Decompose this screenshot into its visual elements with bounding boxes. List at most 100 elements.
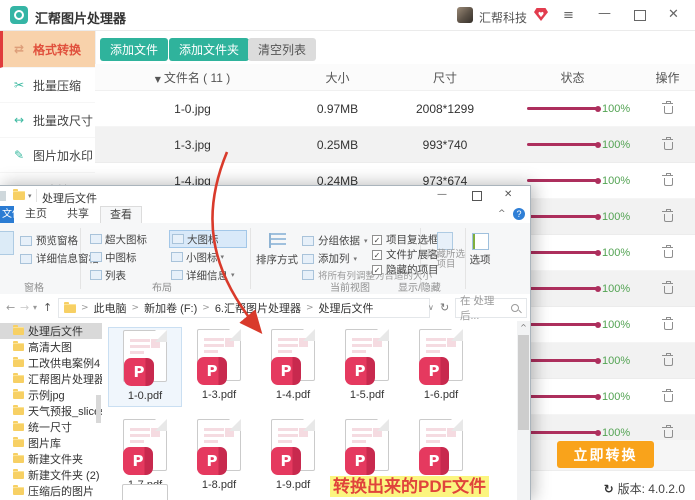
layout-option[interactable]: 大图标 <box>169 230 247 248</box>
address-caret-icon[interactable]: ∨ <box>428 303 434 312</box>
sidebar-item-batch-compress[interactable]: ✂ 批量压缩 <box>0 68 95 103</box>
delete-icon[interactable] <box>662 244 673 258</box>
explorer-scrollbar[interactable]: ^ <box>517 321 530 500</box>
sidebar-item-format-convert[interactable]: ⇄ 格式转换 <box>0 31 95 68</box>
tree-item-label: 天气预报_slicesp <box>28 406 102 418</box>
delete-icon[interactable] <box>662 172 673 186</box>
close-icon[interactable]: ✕ <box>668 8 679 21</box>
delete-icon[interactable] <box>662 208 673 222</box>
tree-item[interactable]: 统一尺寸 <box>0 419 102 435</box>
sidebar-item-watermark[interactable]: ✎ 图片加水印 <box>0 138 95 173</box>
tree-item[interactable]: 新建文件夹 <box>0 451 102 467</box>
file-item[interactable]: P 1-0.pdf <box>108 327 182 407</box>
tree-item[interactable]: 天气预报_slicesp <box>0 403 102 419</box>
convert-now-button[interactable]: 立即转换 <box>557 441 654 468</box>
scrollbar-thumb[interactable] <box>518 335 529 430</box>
history-caret-icon[interactable]: ▾ <box>33 303 37 312</box>
clear-list-button[interactable]: 清空列表 <box>248 38 317 61</box>
layout-option[interactable]: 超大图标 <box>88 230 166 248</box>
progress-label: 100% <box>602 210 631 223</box>
layout-option[interactable]: 中图标 <box>88 248 166 266</box>
delete-icon[interactable] <box>662 388 673 402</box>
tree-item[interactable]: 压缩后的图片 <box>0 483 102 499</box>
file-item[interactable]: P 1-4.pdf <box>256 327 330 407</box>
dimension-header[interactable]: 尺寸 <box>385 69 505 86</box>
file-item[interactable]: P 1-6.pdf <box>404 327 478 407</box>
sidebar-item-batch-resize[interactable]: ↔ 批量改尺寸 <box>0 103 95 138</box>
file-item[interactable]: P 1-9.pdf <box>256 417 330 497</box>
maximize-icon[interactable] <box>634 10 646 21</box>
user-avatar[interactable] <box>457 7 473 23</box>
file-item[interactable]: P 1-8.pdf <box>182 417 256 497</box>
tab-share[interactable]: 共享 <box>58 206 98 223</box>
progress-label: 100% <box>602 318 631 331</box>
navigation-pane-icon[interactable] <box>0 231 14 255</box>
sort-by-icon[interactable] <box>269 233 286 248</box>
forward-icon[interactable]: → <box>20 301 29 314</box>
delete-icon[interactable] <box>662 280 673 294</box>
options-icon[interactable] <box>472 233 489 250</box>
tree-item[interactable]: 处理后文件 <box>0 323 102 339</box>
add-file-button[interactable]: 添加文件 <box>100 38 169 61</box>
help-icon[interactable]: ? <box>513 208 525 220</box>
search-input[interactable]: 在 处理后... <box>455 295 527 322</box>
table-row[interactable]: 1-3.jpg 0.25MB 993*740 100% <box>95 127 695 163</box>
menu-icon[interactable]: ≡ <box>563 9 574 22</box>
options-label[interactable]: 选项 <box>468 252 492 267</box>
tree-item[interactable]: 汇帮图片处理器 <box>0 371 102 387</box>
breadcrumb-item[interactable]: 处理后文件 <box>319 300 374 316</box>
file-name-label: 1-3.pdf <box>201 389 237 401</box>
file-item[interactable]: P 1-3.pdf <box>182 327 256 407</box>
format-convert-icon: ⇄ <box>13 42 25 56</box>
delete-icon[interactable] <box>662 316 673 330</box>
delete-icon[interactable] <box>662 100 673 114</box>
tree-item[interactable]: 示例jpg <box>0 387 102 403</box>
account-name[interactable]: 汇帮科技 <box>479 9 527 26</box>
tab-home[interactable]: 主页 <box>16 206 56 223</box>
breadcrumb[interactable]: > 此电脑 > 新加卷 (F:) >6.汇帮图片处理器 > 处理后文件 <box>58 298 430 318</box>
preview-pane-button[interactable]: 预览窗格 <box>20 233 78 248</box>
add-column-button[interactable]: 添加列 ▾ <box>302 251 357 266</box>
quick-access-caret-icon[interactable]: ▾ <box>28 192 32 200</box>
check-update-icon[interactable]: ↻ <box>604 482 614 496</box>
collapse-ribbon-icon[interactable]: ^ <box>498 209 506 219</box>
file-item[interactable]: P 1-5.pdf <box>330 327 404 407</box>
up-icon[interactable]: ↑ <box>43 301 52 314</box>
breadcrumb-item[interactable]: 6.汇帮图片处理器 <box>215 300 301 316</box>
delete-icon[interactable] <box>662 424 673 438</box>
hide-selected-icon[interactable] <box>437 232 453 250</box>
size-header[interactable]: 大小 <box>290 69 385 86</box>
ribbon-checkbox[interactable]: ✓ 项目复选框 <box>372 232 439 247</box>
tab-view[interactable]: 查看 <box>100 206 142 223</box>
add-folder-button[interactable]: 添加文件夹 <box>169 38 250 61</box>
name-header[interactable]: ▼ 文件名 ( 11 ) <box>95 69 290 86</box>
tree-item[interactable]: 高清大图 <box>0 339 102 355</box>
folder-icon <box>13 469 24 479</box>
delete-icon[interactable] <box>662 352 673 366</box>
back-icon[interactable]: ← <box>6 301 15 314</box>
layout-option[interactable]: 详细信息 ▾ <box>169 266 247 284</box>
explorer-close-icon[interactable]: ✕ <box>504 190 512 200</box>
group-by-button[interactable]: 分组依据 ▾ <box>302 233 368 248</box>
scroll-up-icon[interactable]: ^ <box>517 323 530 332</box>
refresh-icon[interactable]: ↻ <box>440 301 449 314</box>
explorer-minimize-icon[interactable]: — <box>437 190 447 200</box>
minimize-icon[interactable]: — <box>598 7 611 20</box>
tree-item[interactable]: 工改供电案例4 <box>0 355 102 371</box>
vip-badge-icon[interactable]: ♥ <box>534 8 548 21</box>
delete-icon[interactable] <box>662 136 673 150</box>
hide-selected-label[interactable]: 隐藏所选项目 <box>427 250 465 270</box>
tree-item[interactable]: 图片库 <box>0 435 102 451</box>
tree-item[interactable]: 新建文件夹 (2) <box>0 467 102 483</box>
sort-desc-icon[interactable]: ▼ <box>155 75 161 84</box>
layout-option[interactable]: 小图标 ▾ <box>169 248 247 266</box>
tree-scrollbar-thumb[interactable] <box>96 395 101 423</box>
explorer-window: ▾ 处理后文件 — ✕ 文件 主页 共享 查看 ^ ? 预览窗格 <box>0 185 531 500</box>
tab-file[interactable]: 文件 <box>0 206 14 223</box>
table-row[interactable]: 1-0.jpg 0.97MB 2008*1299 100% <box>95 91 695 127</box>
trash-body <box>663 321 673 330</box>
breadcrumb-item[interactable]: 新加卷 (F:) <box>144 300 197 316</box>
breadcrumb-item[interactable]: 此电脑 <box>94 300 127 316</box>
sort-by-label[interactable]: 排序方式 <box>254 252 300 267</box>
explorer-maximize-icon[interactable] <box>472 191 482 201</box>
